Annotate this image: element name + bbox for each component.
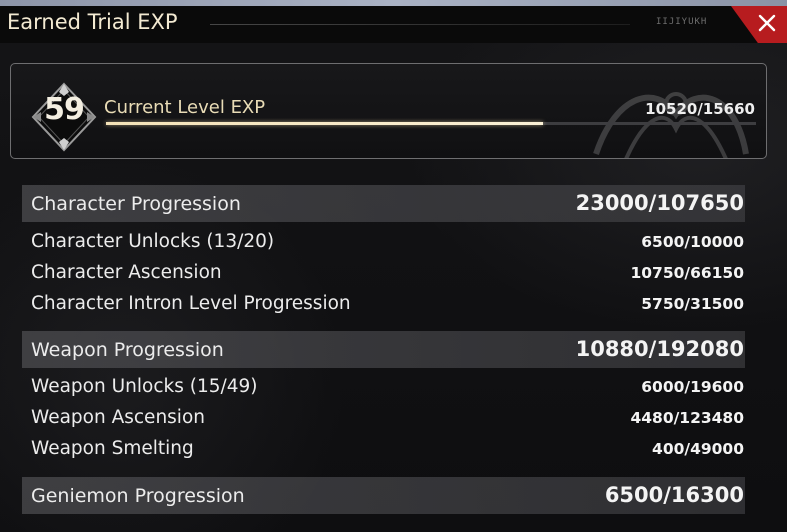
weapon-unlocks-row: Weapon Unlocks (15/49) 6000/19600 [22, 371, 745, 402]
level-exp-label: Current Level EXP [104, 97, 266, 118]
character-unlocks-value: 6500/10000 [641, 233, 744, 251]
current-level-panel: 59 Current Level EXP 10520/15660 [10, 63, 767, 159]
close-icon [758, 14, 776, 32]
weapon-progression-label: Weapon Progression [31, 339, 224, 361]
character-intron-value: 5750/31500 [641, 295, 744, 313]
window-title: Earned Trial EXP [7, 10, 178, 34]
character-intron-label: Character Intron Level Progression [31, 293, 351, 314]
geniemon-progression-row: Geniemon Progression 6500/16300 [22, 477, 745, 514]
title-code-text: IIJIYUKH [656, 17, 708, 27]
weapon-ascension-value: 4480/123480 [630, 409, 744, 427]
level-exp-value: 10520/15660 [645, 100, 755, 118]
weapon-smelting-row: Weapon Smelting 400/49000 [22, 433, 745, 464]
geniemon-progression-label: Geniemon Progression [31, 485, 245, 507]
weapon-progression-value: 10880/192080 [575, 337, 744, 361]
weapon-smelting-value: 400/49000 [652, 440, 744, 458]
weapon-ascension-label: Weapon Ascension [31, 407, 205, 428]
weapon-smelting-label: Weapon Smelting [31, 438, 194, 459]
close-button[interactable] [731, 6, 787, 43]
window-header: Earned Trial EXP IIJIYUKH [0, 6, 787, 43]
trial-exp-window: Earned Trial EXP IIJIYUKH 59 Current Lev… [0, 0, 787, 532]
title-divider [210, 24, 630, 25]
character-ascension-label: Character Ascension [31, 262, 222, 283]
weapon-progression-row: Weapon Progression 10880/192080 [22, 331, 745, 368]
character-ascension-value: 10750/66150 [630, 264, 744, 282]
character-unlocks-row: Character Unlocks (13/20) 6500/10000 [22, 226, 745, 257]
character-progression-label: Character Progression [31, 193, 241, 215]
weapon-unlocks-label: Weapon Unlocks (15/49) [31, 376, 258, 397]
character-ascension-row: Character Ascension 10750/66150 [22, 257, 745, 288]
level-progress-bar [106, 122, 756, 125]
character-progression-row: Character Progression 23000/107650 [22, 185, 745, 222]
level-progress-fill [106, 122, 543, 125]
level-number: 59 [44, 92, 85, 127]
geniemon-progression-value: 6500/16300 [604, 483, 744, 507]
character-progression-value: 23000/107650 [575, 191, 744, 215]
weapon-unlocks-value: 6000/19600 [641, 378, 744, 396]
weapon-ascension-row: Weapon Ascension 4480/123480 [22, 402, 745, 433]
character-unlocks-label: Character Unlocks (13/20) [31, 231, 275, 252]
character-intron-row: Character Intron Level Progression 5750/… [22, 288, 745, 319]
